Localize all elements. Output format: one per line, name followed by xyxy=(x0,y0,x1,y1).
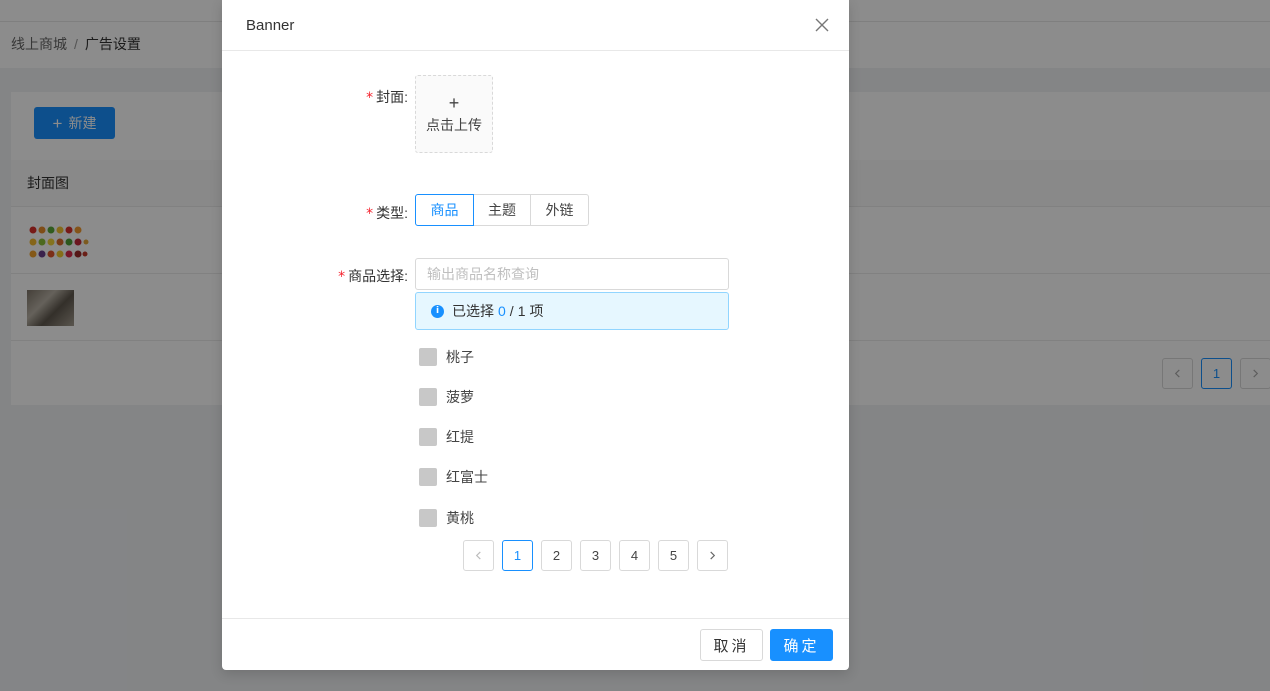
cover-upload[interactable]: + 点击上传 xyxy=(415,75,493,153)
modal-footer: 取消 确定 xyxy=(222,618,849,670)
pagination-next[interactable] xyxy=(697,540,728,571)
close-icon[interactable] xyxy=(814,17,830,33)
modal-title: Banner xyxy=(246,17,295,34)
type-option-product[interactable]: 商品 xyxy=(415,194,474,226)
pagination-page-3[interactable]: 3 xyxy=(580,540,611,571)
product-search-input[interactable] xyxy=(415,258,729,290)
plus-icon: + xyxy=(448,92,460,113)
modal-header: Banner xyxy=(222,0,849,51)
type-option-link[interactable]: 外链 xyxy=(530,194,589,226)
cancel-button[interactable]: 取消 xyxy=(700,629,763,661)
required-mark: * xyxy=(366,90,374,106)
checkbox[interactable] xyxy=(419,348,437,366)
selected-total: 1 xyxy=(517,303,526,319)
checkbox[interactable] xyxy=(419,388,437,406)
pagination-page-2[interactable]: 2 xyxy=(541,540,572,571)
list-item[interactable]: 红提 xyxy=(419,427,474,447)
selection-alert: i 已选择 0 / 1 项 xyxy=(415,292,729,330)
required-mark: * xyxy=(338,269,346,285)
banner-modal: Banner * 封面: + 点击上传 * 类型: 商品 主题 外链 * 商品选择: … xyxy=(222,0,849,670)
type-option-topic[interactable]: 主题 xyxy=(473,194,531,226)
checkbox[interactable] xyxy=(419,509,437,527)
list-item[interactable]: 红富士 xyxy=(419,467,488,487)
checkbox[interactable] xyxy=(419,428,437,446)
selected-prefix: 已选择 xyxy=(452,303,494,319)
checkbox[interactable] xyxy=(419,468,437,486)
list-item[interactable]: 桃子 xyxy=(419,347,474,367)
required-mark: * xyxy=(366,206,374,222)
chevron-right-icon xyxy=(710,551,716,560)
pagination-page-1[interactable]: 1 xyxy=(502,540,533,571)
chevron-left-icon xyxy=(475,551,481,560)
selected-unit: 项 xyxy=(529,303,544,319)
selected-count: 0 xyxy=(498,303,506,319)
product-label: * 商品选择: xyxy=(338,268,408,285)
type-label: * 类型: xyxy=(366,205,408,222)
pagination-prev[interactable] xyxy=(463,540,494,571)
type-segmented: 商品 主题 外链 xyxy=(415,194,589,226)
list-item[interactable]: 菠萝 xyxy=(419,387,474,407)
selected-separator: / xyxy=(509,303,514,319)
pagination-page-4[interactable]: 4 xyxy=(619,540,650,571)
ok-button[interactable]: 确定 xyxy=(770,629,833,661)
list-item[interactable]: 黄桃 xyxy=(419,508,474,528)
upload-text: 点击上传 xyxy=(426,116,482,133)
pagination-page-5[interactable]: 5 xyxy=(658,540,689,571)
cover-label: * 封面: xyxy=(366,89,408,106)
info-icon: i xyxy=(431,304,444,318)
